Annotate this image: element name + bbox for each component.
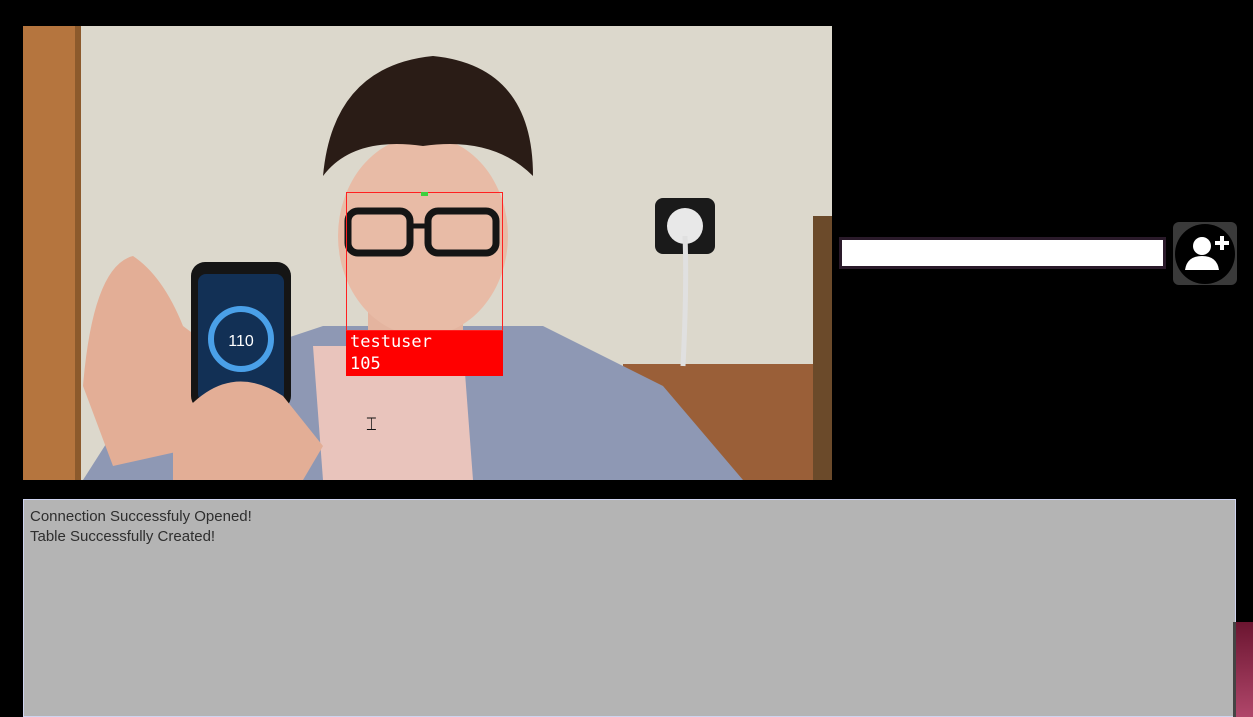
- phone-reading-text: 110: [228, 333, 254, 350]
- text-cursor-icon: ⌶: [366, 414, 377, 435]
- add-user-icon: [1175, 224, 1235, 284]
- face-detection-box: [346, 192, 503, 331]
- face-detection-label: testuser 105: [346, 331, 503, 376]
- app-window: 110 testuser 105 ⌶ Connection Successful…: [0, 0, 1253, 717]
- log-line: Table Successfully Created!: [30, 528, 216, 545]
- add-user-button[interactable]: [1173, 222, 1237, 285]
- face-landmark-marker: [421, 192, 428, 196]
- log-console: Connection Successfuly Opened! Table Suc…: [23, 499, 1236, 717]
- desktop-background-edge: [1233, 622, 1253, 717]
- log-line: Connection Successfuly Opened!: [30, 508, 252, 525]
- camera-feed: 110 testuser 105 ⌶: [23, 26, 832, 480]
- username-input[interactable]: [839, 237, 1166, 269]
- detected-user-name: testuser: [350, 332, 432, 352]
- detected-user-value: 105: [350, 354, 381, 374]
